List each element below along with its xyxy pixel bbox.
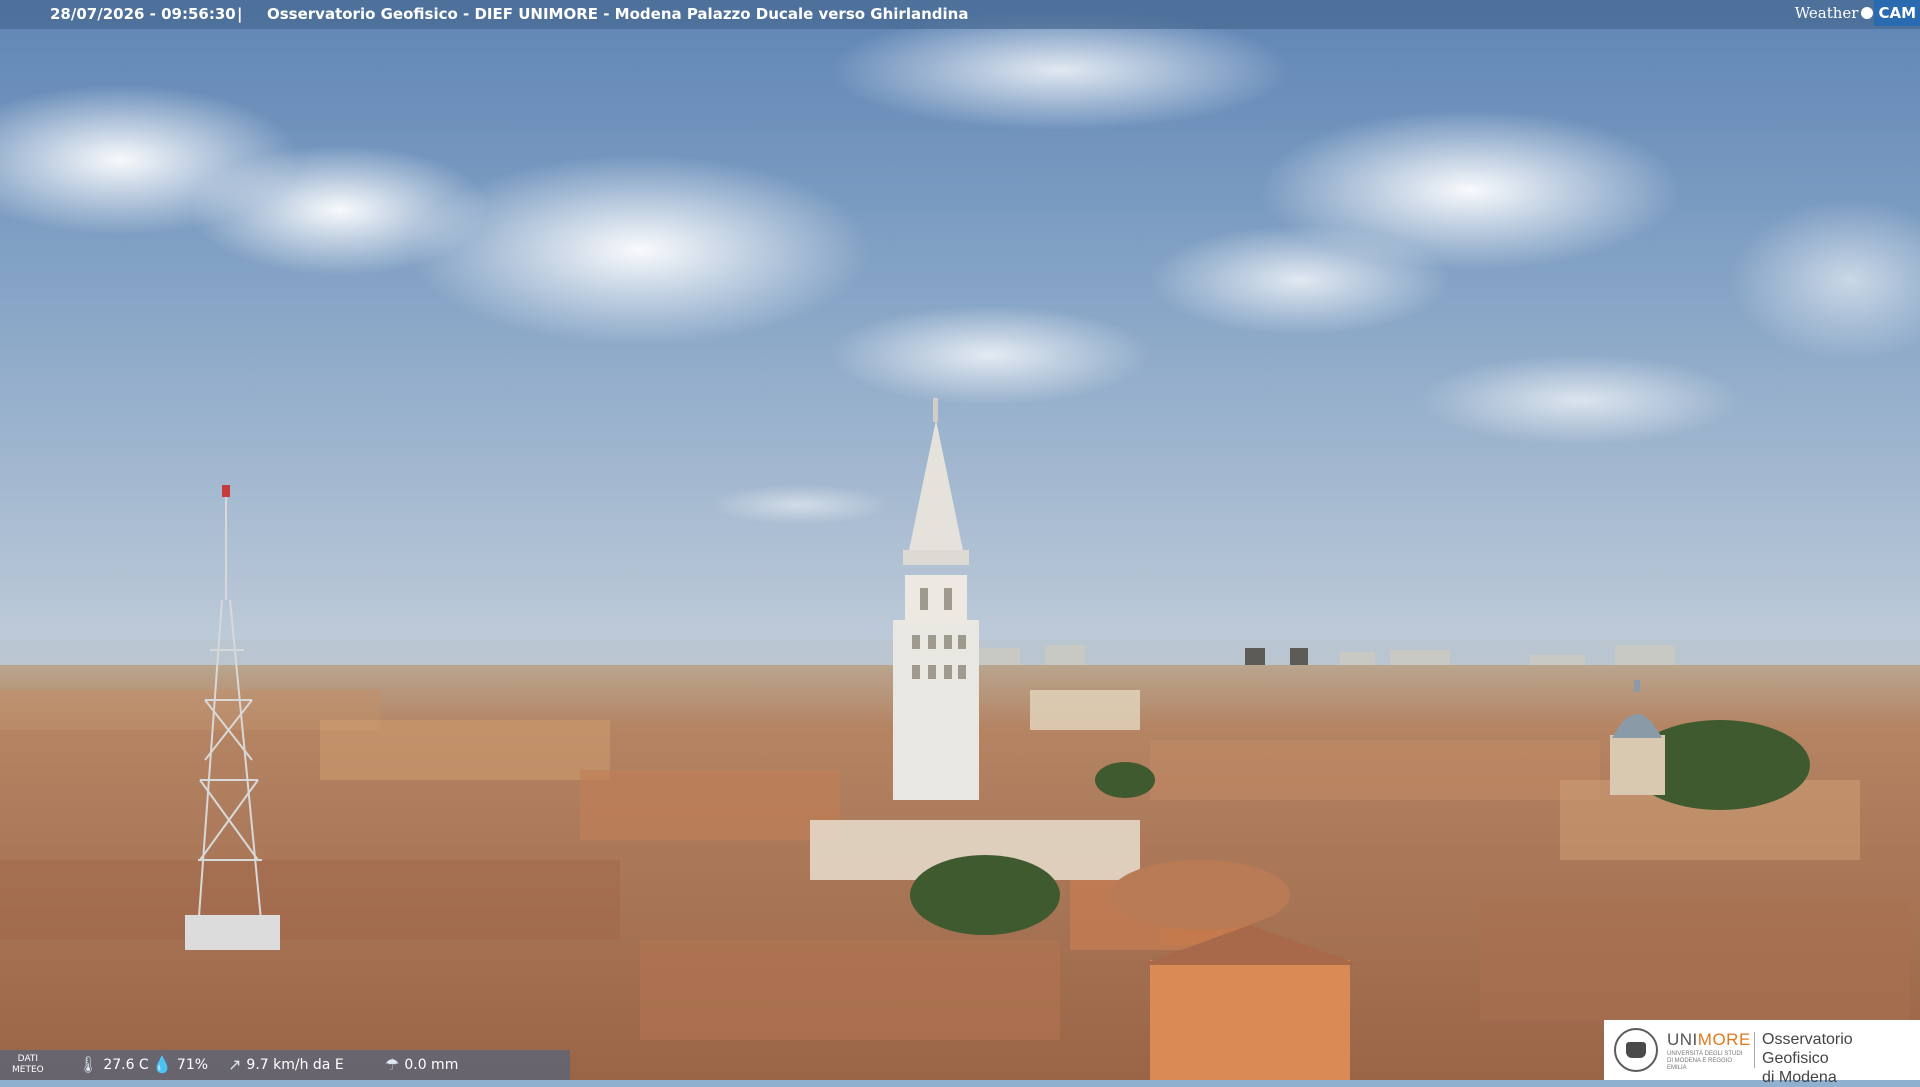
unimore-branding: UNIMORE UNIVERSITÀ DEGLI STUDI DI MODENA… [1604, 1020, 1920, 1086]
logo-weather-text: Weather [1794, 4, 1859, 22]
weathercam-logo: Weather CAM [1795, 0, 1920, 26]
weather-data-bar: DATI METEO 🌡 27.6 C 💧 71% ↗ 9.7 km/h da … [0, 1050, 570, 1080]
antenna-beacon [222, 485, 230, 497]
rain-value: 0.0 mm [404, 1057, 459, 1073]
observatory-name: Osservatorio Geofisico di Modena [1762, 1031, 1853, 1086]
wind-readout: ↗ 9.7 km/h da E [228, 1050, 344, 1080]
rain-readout: ☂ 0.0 mm [385, 1050, 458, 1080]
thermometer-icon: 🌡 [78, 1055, 99, 1074]
webcam-scene [0, 0, 1920, 1080]
university-seal-icon [1614, 1028, 1658, 1072]
timestamp: 28/07/2026 - 09:56:30 [50, 5, 236, 23]
university-subtitle: UNIVERSITÀ DEGLI STUDI DI MODENA E REGGI… [1667, 1051, 1743, 1071]
university-name: UNIMORE [1667, 1030, 1751, 1049]
branding-divider [1754, 1032, 1755, 1068]
humidity-readout: 💧 71% [152, 1050, 208, 1080]
separator: | [237, 5, 243, 23]
humidity-drop-icon: 💧 [152, 1055, 172, 1074]
camera-caption: Osservatorio Geofisico - DIEF UNIMORE - … [267, 5, 969, 23]
temperature-readout: 🌡 27.6 C [78, 1050, 149, 1080]
temperature-value: 27.6 C [103, 1057, 149, 1073]
humidity-value: 71% [176, 1057, 209, 1073]
logo-dot-icon [1861, 7, 1874, 19]
wind-value: 9.7 km/h da E [246, 1057, 344, 1073]
wind-icon: ↗ [228, 1055, 242, 1074]
logo-cam-text: CAM [1874, 0, 1920, 26]
weather-data-label: DATI METEO [12, 1054, 44, 1075]
antenna-base [185, 915, 280, 950]
rain-gauge-icon: ☂ [385, 1055, 400, 1074]
top-info-bar: 28/07/2026 - 09:56:30 | Osservatorio Geo… [0, 0, 1920, 29]
